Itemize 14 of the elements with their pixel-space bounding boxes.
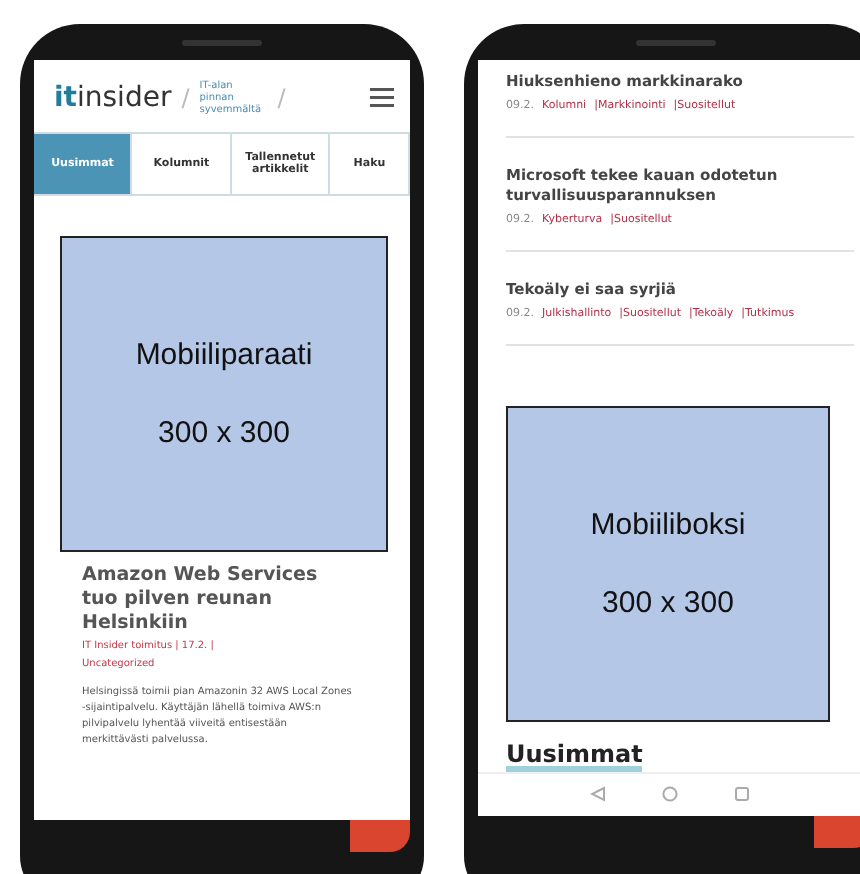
article-title[interactable]: Amazon Web Services tuo pilven reunan Helsinkiin xyxy=(82,564,354,636)
home-icon[interactable] xyxy=(662,786,678,803)
ad-size: 300 x 300 xyxy=(158,416,290,450)
logo-mark: it xyxy=(54,82,77,114)
menu-icon[interactable] xyxy=(370,88,394,108)
back-icon[interactable] xyxy=(590,786,606,803)
ad-name: Mobiiliparaati xyxy=(135,338,313,372)
ad-name: Mobiiliboksi xyxy=(590,507,746,542)
separator-slash: / xyxy=(277,84,286,112)
separator-slash: / xyxy=(181,84,190,112)
logo-word: insider xyxy=(77,82,172,114)
section-heading: Uusimmat xyxy=(506,741,643,772)
recents-icon[interactable] xyxy=(734,786,750,803)
ad-size: 300 x 300 xyxy=(602,585,734,620)
